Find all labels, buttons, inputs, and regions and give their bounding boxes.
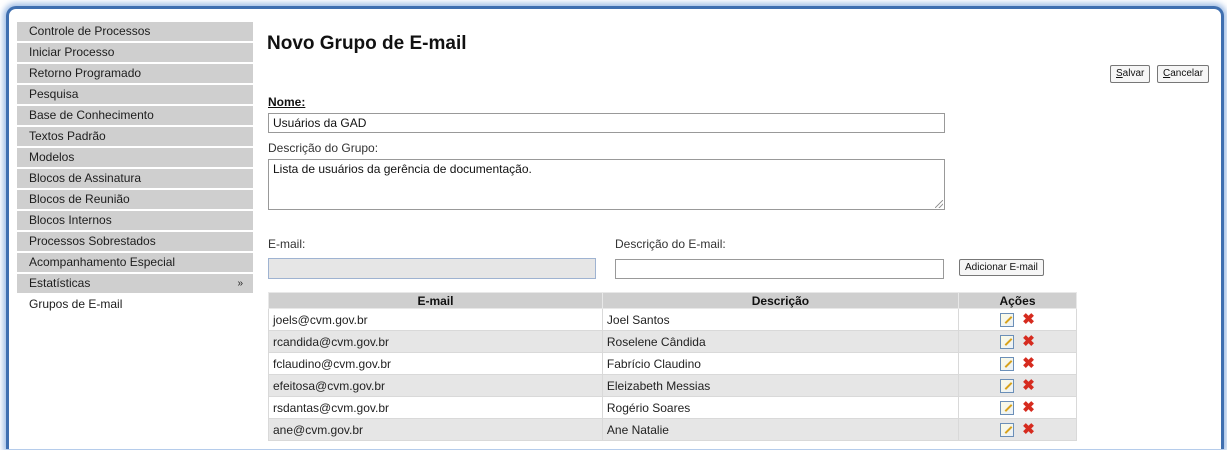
sidebar-item[interactable]: Processos Sobrestados: [17, 232, 253, 251]
actions-cell: ✖: [957, 308, 1078, 331]
descricao-grupo-wrapper: Lista de usuários da gerência de documen…: [268, 159, 945, 210]
sidebar-item-label: Acompanhamento Especial: [29, 255, 176, 269]
sidebar-item[interactable]: Base de Conhecimento: [17, 106, 253, 125]
save-label: alvar: [1122, 68, 1145, 79]
edit-icon[interactable]: [1000, 312, 1015, 327]
email-descricao-label: Descrição do E-mail:: [615, 237, 726, 251]
delete-icon[interactable]: ✖: [1022, 378, 1035, 393]
email-cell: ane@cvm.gov.br: [268, 418, 603, 441]
table-header-row: E-mail Descrição Ações: [268, 292, 1078, 309]
descricao-cell: Joel Santos: [601, 308, 959, 331]
edit-icon[interactable]: [1000, 334, 1015, 349]
sidebar-item[interactable]: Blocos Internos: [17, 211, 253, 230]
table-row: rsdantas@cvm.gov.br Rogério Soares ✖: [268, 396, 1078, 419]
header-email[interactable]: E-mail: [268, 292, 603, 309]
actions-cell: ✖: [957, 396, 1078, 419]
sidebar-item-label: Controle de Processos: [29, 24, 151, 38]
sidebar-item-label: Modelos: [29, 150, 75, 164]
edit-icon[interactable]: [1000, 356, 1015, 371]
sidebar-item-label: Pesquisa: [29, 87, 79, 101]
delete-icon[interactable]: ✖: [1022, 356, 1035, 371]
sidebar-item-label: Retorno Programado: [29, 66, 142, 80]
sidebar-item[interactable]: Pesquisa: [17, 85, 253, 104]
descricao-cell: Rogério Soares: [601, 396, 959, 419]
actions-cell: ✖: [957, 352, 1078, 375]
save-accesskey: S: [1116, 68, 1123, 79]
email-descricao-input[interactable]: [615, 259, 944, 279]
sidebar-item-label: Blocos de Reunião: [29, 192, 130, 206]
sidebar-item-label: Processos Sobrestados: [29, 234, 156, 248]
email-label-text: E-mail:: [268, 237, 306, 251]
app-window: Controle de Processos Iniciar Processo Ret…: [6, 6, 1224, 449]
edit-icon[interactable]: [1000, 422, 1015, 437]
header-descricao[interactable]: Descrição: [601, 292, 959, 309]
add-email-button[interactable]: Adicionar E-mail: [959, 259, 1044, 276]
actions-cell: ✖: [957, 374, 1078, 397]
email-label: E-mail:: [268, 237, 305, 251]
descricao-grupo-label: Descrição do Grupo:: [268, 141, 379, 155]
save-button[interactable]: Salvar: [1110, 65, 1151, 83]
table-row: ane@cvm.gov.br Ane Natalie ✖: [268, 418, 1078, 441]
delete-icon[interactable]: ✖: [1022, 312, 1035, 327]
sidebar-item[interactable]: Retorno Programado: [17, 64, 253, 83]
edit-icon[interactable]: [1000, 378, 1015, 393]
table-row: fclaudino@cvm.gov.br Fabrício Claudino ✖: [268, 352, 1078, 375]
descricao-cell: Ane Natalie: [601, 418, 959, 441]
email-cell: joels@cvm.gov.br: [268, 308, 603, 331]
delete-icon[interactable]: ✖: [1022, 422, 1035, 437]
email-cell: efeitosa@cvm.gov.br: [268, 374, 603, 397]
sidebar-item[interactable]: Textos Padrão: [17, 127, 253, 146]
email-cell: rsdantas@cvm.gov.br: [268, 396, 603, 419]
descricao-grupo-textarea[interactable]: Lista de usuários da gerência de documen…: [268, 159, 945, 210]
descricao-cell: Roselene Cândida: [601, 330, 959, 353]
cancel-button[interactable]: Cancelar: [1157, 65, 1210, 83]
sidebar-item[interactable]: Blocos de Assinatura: [17, 169, 253, 188]
edit-icon[interactable]: [1000, 400, 1015, 415]
table-row: joels@cvm.gov.br Joel Santos ✖: [268, 308, 1078, 331]
sidebar-item[interactable]: Acompanhamento Especial: [17, 253, 253, 272]
cancel-label: ancelar: [1170, 68, 1204, 79]
sidebar-item[interactable]: Controle de Processos: [17, 22, 253, 41]
sidebar-menu: Controle de Processos Iniciar Processo Ret…: [17, 22, 253, 316]
table-row: efeitosa@cvm.gov.br Eleizabeth Messias ✖: [268, 374, 1078, 397]
sidebar-item[interactable]: Grupos de E-mail: [17, 295, 253, 314]
resize-grip-icon[interactable]: [935, 200, 943, 208]
delete-icon[interactable]: ✖: [1022, 400, 1035, 415]
email-cell: fclaudino@cvm.gov.br: [268, 352, 603, 375]
sidebar-item-label: Base de Conhecimento: [29, 108, 154, 122]
sidebar-item-label: Blocos de Assinatura: [29, 171, 142, 185]
nome-input[interactable]: [268, 113, 945, 133]
delete-icon[interactable]: ✖: [1022, 334, 1035, 349]
sidebar-item-label: Blocos Internos: [29, 213, 112, 227]
table-row: rcandida@cvm.gov.br Roselene Cândida ✖: [268, 330, 1078, 353]
email-table: E-mail Descrição Ações joels@cvm.gov.br J…: [268, 292, 1078, 441]
header-acoes: Ações: [957, 292, 1078, 309]
email-input[interactable]: [268, 258, 596, 279]
submenu-arrow-icon: »: [237, 278, 243, 289]
sidebar-item[interactable]: Iniciar Processo: [17, 43, 253, 62]
sidebar-item[interactable]: Estatísticas »: [17, 274, 253, 293]
actions-cell: ✖: [957, 418, 1078, 441]
sidebar-item-label: Iniciar Processo: [29, 45, 115, 59]
sidebar-item[interactable]: Modelos: [17, 148, 253, 167]
actions-cell: ✖: [957, 330, 1078, 353]
sidebar-item-label: Estatísticas: [29, 276, 91, 290]
sidebar-item-label: Textos Padrão: [29, 129, 106, 143]
sidebar-item[interactable]: Blocos de Reunião: [17, 190, 253, 209]
nome-label: Nome:: [268, 95, 306, 109]
descricao-cell: Eleizabeth Messias: [601, 374, 959, 397]
page-title: Novo Grupo de E-mail: [267, 33, 467, 54]
email-cell: rcandida@cvm.gov.br: [268, 330, 603, 353]
descricao-cell: Fabrício Claudino: [601, 352, 959, 375]
sidebar-item-label: Grupos de E-mail: [29, 297, 123, 311]
